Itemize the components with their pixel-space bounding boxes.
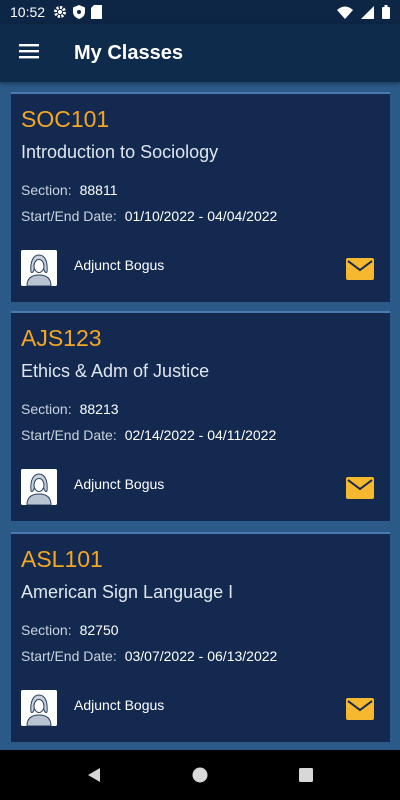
person-avatar-icon (21, 250, 57, 286)
mail-icon (346, 258, 374, 280)
status-time: 10:52 (10, 4, 46, 20)
menu-button[interactable] (0, 24, 58, 82)
gear-icon (53, 5, 67, 19)
battery-icon (382, 5, 390, 19)
section-value: 88811 (79, 182, 118, 198)
dates-label: Start/End Date: (21, 427, 117, 443)
dates-label: Start/End Date: (21, 648, 117, 664)
dates-row: Start/End Date: 02/14/2022 - 04/11/2022 (21, 427, 276, 443)
mail-icon (346, 477, 374, 499)
email-button[interactable] (346, 698, 374, 720)
dates-value: 01/10/2022 - 04/04/2022 (124, 208, 278, 224)
course-name: American Sign Language I (21, 582, 234, 602)
dates-value: 03/07/2022 - 06/13/2022 (124, 648, 278, 664)
recents-icon[interactable] (298, 767, 314, 783)
section-value: 88213 (79, 401, 119, 417)
person-avatar-icon (21, 469, 57, 505)
instructor-avatar (21, 250, 57, 286)
app-bar: My Classes (0, 24, 400, 82)
section-row: Section: 88811 (21, 182, 118, 198)
home-icon[interactable] (192, 767, 208, 783)
class-list: SOC101 Introduction to Sociology Section… (0, 82, 400, 750)
back-icon[interactable] (86, 767, 102, 783)
mail-icon (346, 698, 374, 720)
course-code: ASL101 (21, 546, 103, 572)
course-name: Ethics & Adm of Justice (21, 361, 210, 381)
instructor-name: Adjunct Bogus (74, 697, 165, 713)
dates-row: Start/End Date: 01/10/2022 - 04/04/2022 (21, 208, 277, 224)
system-nav-bar (0, 750, 400, 800)
section-row: Section: 88213 (21, 401, 119, 417)
person-avatar-icon (21, 690, 57, 726)
class-card[interactable]: SOC101 Introduction to Sociology Section… (11, 92, 390, 302)
course-code: AJS123 (21, 325, 102, 351)
instructor-name: Adjunct Bogus (74, 476, 165, 492)
section-label: Section: (21, 182, 72, 198)
wifi-icon (337, 6, 353, 19)
email-button[interactable] (346, 477, 374, 499)
dates-value: 02/14/2022 - 04/11/2022 (124, 427, 277, 443)
dates-row: Start/End Date: 03/07/2022 - 06/13/2022 (21, 648, 277, 664)
section-label: Section: (21, 622, 72, 638)
course-code: SOC101 (21, 106, 110, 132)
section-label: Section: (21, 401, 72, 417)
shield-icon (73, 5, 86, 19)
class-card[interactable]: AJS123 Ethics & Adm of Justice Section: … (11, 311, 390, 521)
page-title: My Classes (74, 41, 183, 64)
email-button[interactable] (346, 258, 374, 280)
instructor-avatar (21, 690, 57, 726)
instructor-name: Adjunct Bogus (74, 257, 165, 273)
section-row: Section: 82750 (21, 622, 119, 638)
signal-icon (361, 5, 374, 19)
dates-label: Start/End Date: (21, 208, 117, 224)
status-bar: 10:52 (0, 0, 400, 24)
section-value: 82750 (79, 622, 119, 638)
sd-card-icon (91, 5, 103, 19)
course-name: Introduction to Sociology (21, 142, 219, 162)
class-card[interactable]: ASL101 American Sign Language I Section:… (11, 532, 390, 742)
instructor-avatar (21, 469, 57, 505)
hamburger-menu-icon (19, 43, 39, 64)
